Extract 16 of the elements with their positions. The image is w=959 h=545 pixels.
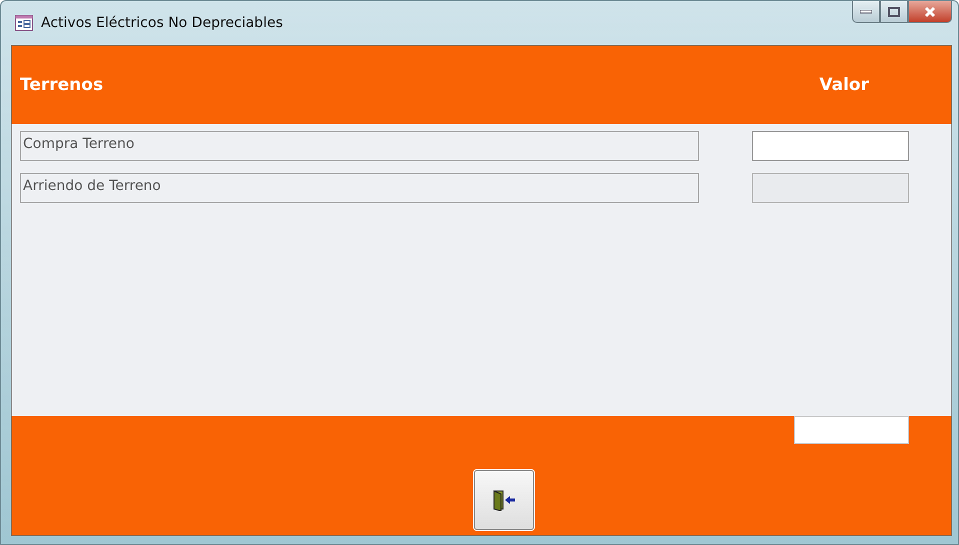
close-icon (924, 6, 936, 18)
row-label: Compra Terreno (20, 131, 699, 161)
column-heading: Valor (819, 75, 869, 95)
row-label: Arriendo de Terreno (20, 173, 699, 203)
form-icon (15, 15, 33, 31)
close-button[interactable] (908, 1, 952, 23)
exit-button[interactable] (474, 470, 534, 530)
minimize-icon (860, 10, 872, 14)
minimize-button[interactable] (852, 1, 880, 23)
maximize-icon (888, 6, 900, 16)
maximize-button[interactable] (880, 1, 908, 23)
value-field[interactable] (752, 131, 909, 161)
column-heading: Terrenos (20, 75, 104, 95)
door-exit-icon (492, 489, 516, 511)
window-title: Activos Eléctricos No Depreciables (41, 15, 283, 31)
total-field[interactable] (794, 416, 909, 444)
